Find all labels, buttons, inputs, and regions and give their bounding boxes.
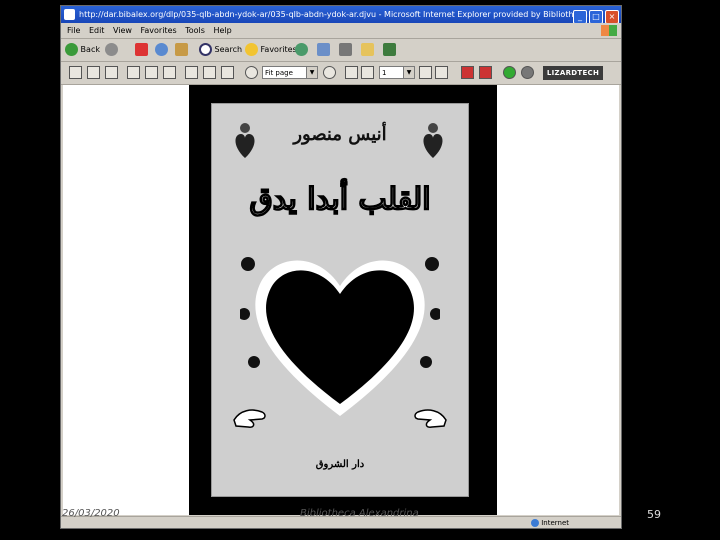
select-icon[interactable]	[127, 66, 140, 79]
home-icon	[175, 43, 188, 56]
menu-file[interactable]: File	[67, 24, 80, 38]
window-controls: _ □ ×	[571, 8, 619, 23]
title-bar: http://dar.bibalex.org/dlp/035-qlb-abdn-…	[61, 6, 621, 23]
chevron-down-icon[interactable]: ▼	[403, 67, 414, 78]
print-icon[interactable]	[87, 66, 100, 79]
slide-number: 59	[647, 508, 661, 521]
slide-date: 26/03/2020	[62, 508, 120, 519]
minimize-button[interactable]: _	[573, 10, 587, 23]
fit-page-icon[interactable]	[203, 66, 216, 79]
info-icon[interactable]	[521, 66, 534, 79]
page-value: 1	[382, 69, 387, 77]
find-icon[interactable]	[105, 66, 118, 79]
actual-size-icon[interactable]	[221, 66, 234, 79]
page-select[interactable]: 1 ▼	[379, 66, 415, 79]
book-title: القلب أبدا يدق	[249, 181, 432, 218]
refresh-button[interactable]	[155, 42, 168, 58]
back-arrow-icon	[65, 43, 78, 56]
close-button[interactable]: ×	[605, 10, 619, 23]
print-button[interactable]	[339, 42, 352, 58]
lizardtech-logo[interactable]: LIZARDTECH	[543, 66, 603, 80]
maximize-button[interactable]: □	[589, 10, 603, 23]
left-heart-ornament-icon	[235, 123, 255, 158]
big-heart-icon	[240, 257, 440, 416]
star-icon	[245, 43, 258, 56]
browser-window: http://dar.bibalex.org/dlp/035-qlb-abdn-…	[60, 5, 622, 529]
document-page: أنيس منصور القلب أبدا يدق دار الشروق	[189, 85, 497, 515]
menu-view[interactable]: View	[113, 24, 132, 38]
help-icon[interactable]	[503, 66, 516, 79]
publisher-name: دار الشروق	[315, 459, 365, 470]
globe-icon	[531, 519, 539, 527]
rotate-right-icon[interactable]	[479, 66, 492, 79]
stop-button[interactable]	[135, 42, 148, 58]
forward-arrow-icon	[105, 43, 118, 56]
book-cover: أنيس منصور القلب أبدا يدق دار الشروق	[211, 103, 469, 497]
zoom-select[interactable]: Fit page ▼	[262, 66, 318, 79]
djvu-toolbar: Fit page ▼ 1 ▼ LIZARDTECH	[61, 62, 621, 85]
save-icon[interactable]	[69, 66, 82, 79]
edit-button[interactable]	[361, 42, 374, 58]
document-viewport[interactable]: أنيس منصور القلب أبدا يدق دار الشروق	[63, 85, 619, 515]
mail-button[interactable]	[317, 42, 330, 58]
last-page-icon[interactable]	[435, 66, 448, 79]
zoom-icon[interactable]	[163, 66, 176, 79]
fit-width-icon[interactable]	[185, 66, 198, 79]
media-icon	[295, 43, 308, 56]
menu-favorites[interactable]: Favorites	[141, 24, 177, 38]
search-button[interactable]: Search	[199, 42, 242, 58]
standard-toolbar: Back Search Favorites	[61, 39, 621, 62]
rotate-left-icon[interactable]	[461, 66, 474, 79]
stop-icon	[135, 43, 148, 56]
zoom-out-icon[interactable]	[245, 66, 258, 79]
right-heart-ornament-icon	[423, 123, 443, 158]
print-icon	[339, 43, 352, 56]
text-icon[interactable]	[145, 66, 158, 79]
window-title: http://dar.bibalex.org/dlp/035-qlb-abdn-…	[79, 10, 588, 19]
slide-footer: Bibliotheca Alexandrina	[300, 508, 419, 519]
forward-button[interactable]	[105, 42, 118, 58]
zone-label: Internet	[541, 519, 570, 527]
mail-icon	[317, 43, 330, 56]
search-label: Search	[214, 45, 243, 54]
back-button[interactable]: Back	[65, 42, 100, 58]
left-hand-icon	[233, 409, 266, 428]
zoom-in-icon[interactable]	[323, 66, 336, 79]
menu-bar: File Edit View Favorites Tools Help	[61, 24, 621, 39]
zoom-value: Fit page	[265, 69, 293, 77]
back-label: Back	[80, 45, 100, 54]
home-button[interactable]	[175, 42, 188, 58]
messenger-icon	[383, 43, 396, 56]
right-hand-icon	[414, 409, 447, 428]
edit-icon	[361, 43, 374, 56]
chevron-down-icon[interactable]: ▼	[306, 67, 317, 78]
first-page-icon[interactable]	[345, 66, 358, 79]
refresh-icon	[155, 43, 168, 56]
ie-icon	[64, 9, 75, 20]
favorites-button[interactable]: Favorites	[245, 42, 297, 58]
media-button[interactable]	[295, 42, 308, 58]
favorites-label: Favorites	[260, 45, 297, 54]
security-zone: Internet	[531, 517, 569, 529]
menu-help[interactable]: Help	[213, 24, 231, 38]
previous-page-icon[interactable]	[361, 66, 374, 79]
next-page-icon[interactable]	[419, 66, 432, 79]
windows-flag-icon	[601, 25, 617, 36]
menu-edit[interactable]: Edit	[89, 24, 105, 38]
menu-tools[interactable]: Tools	[185, 24, 205, 38]
messenger-button[interactable]	[383, 42, 396, 58]
search-icon	[199, 43, 212, 56]
